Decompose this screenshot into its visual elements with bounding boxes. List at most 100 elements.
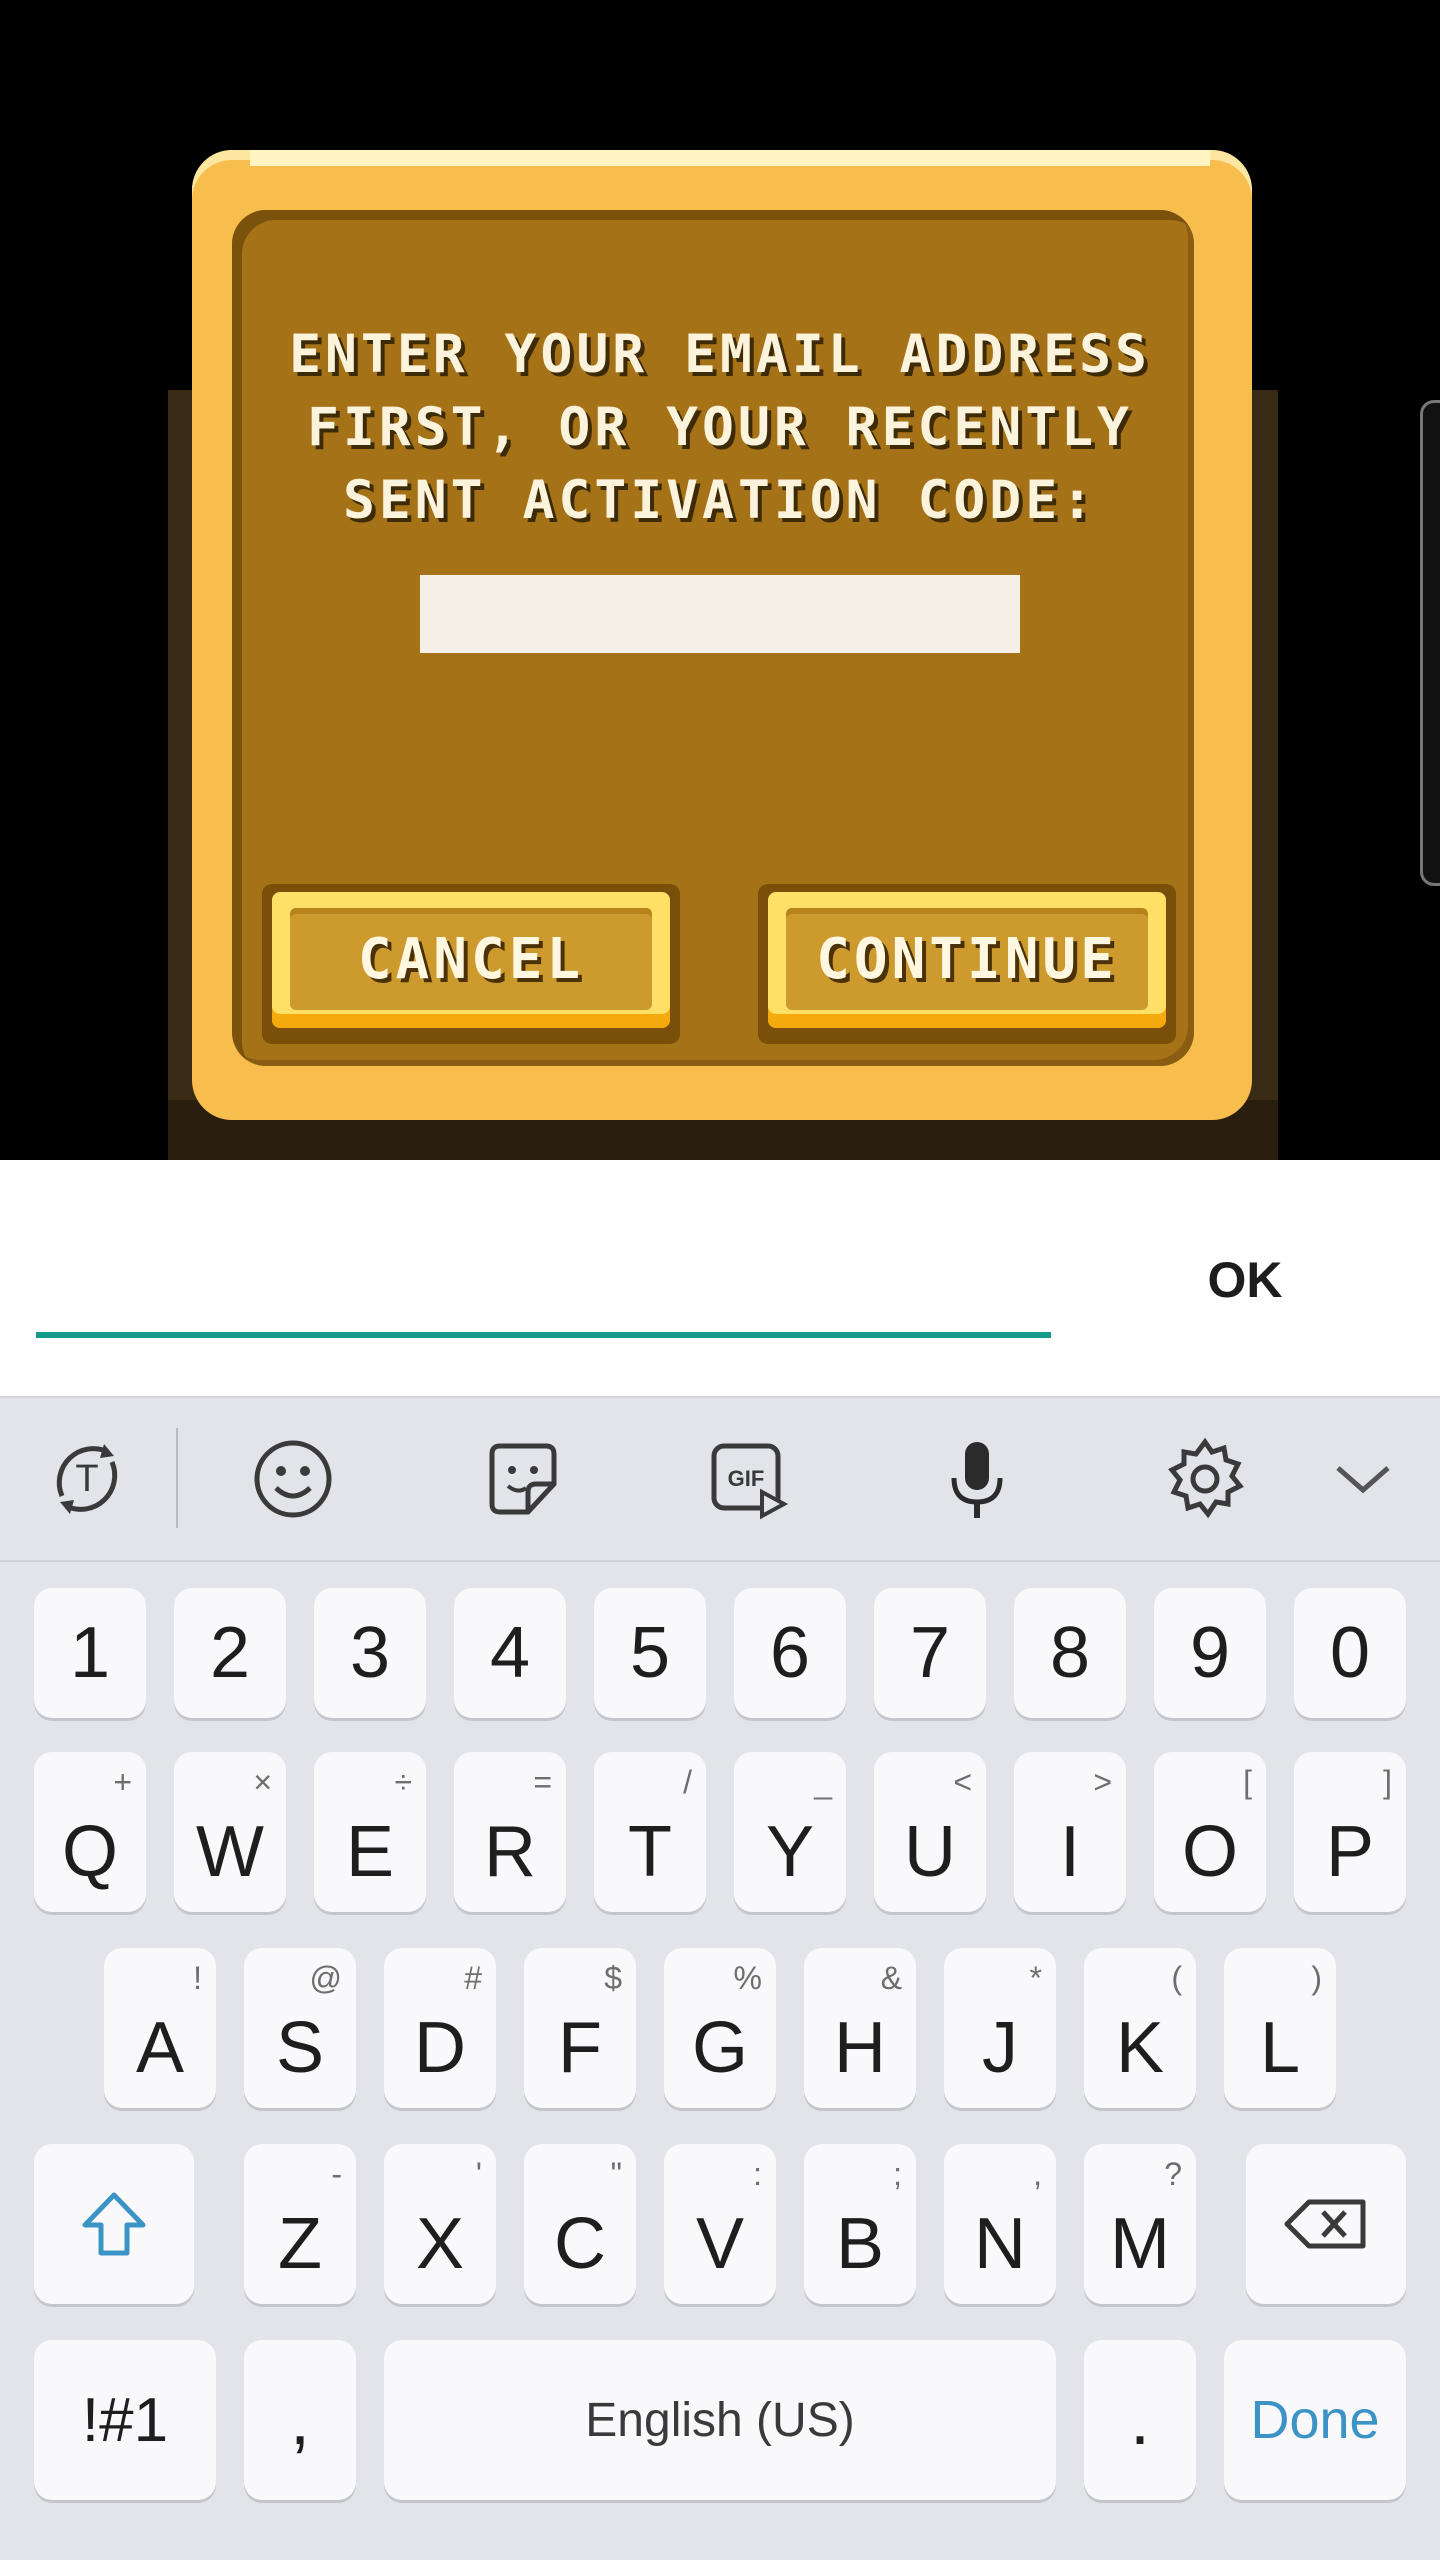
key-alt-label: - [331, 2156, 342, 2192]
key-alt-label: " [610, 2156, 622, 2192]
key-label: Done [1250, 2390, 1380, 2450]
key-label: D [414, 2008, 466, 2088]
key-alt-label: % [733, 1960, 762, 1996]
key-label: S [275, 2008, 325, 2088]
key-label: !#1 [81, 2385, 169, 2455]
key-n[interactable]: ,N [944, 2144, 1056, 2304]
dialog-prompt: ENTER YOUR EMAIL ADDRESS FIRST, OR YOUR … [289, 324, 1151, 531]
key-5[interactable]: 5 [594, 1588, 706, 1718]
key-alt-label: ) [1311, 1960, 1322, 1996]
key-label: . [1129, 2380, 1150, 2460]
key-label: C [554, 2204, 606, 2284]
key-e[interactable]: ÷ E [314, 1752, 426, 1912]
key-d[interactable]: # D [384, 1948, 496, 2108]
key-s[interactable]: @ S [244, 1948, 356, 2108]
key-label: 9 [1189, 1613, 1231, 1693]
key-g[interactable]: % G [664, 1948, 776, 2108]
key-alt-label: _ [814, 1764, 832, 1800]
key-v[interactable]: :V [664, 2144, 776, 2304]
key-label: 0 [1329, 1613, 1371, 1693]
key-label: R [484, 1812, 536, 1892]
activation-input[interactable] [420, 575, 1020, 653]
symbols-key[interactable]: !#1 [34, 2340, 216, 2500]
key-q[interactable]: + Q [34, 1752, 146, 1912]
key-label: 8 [1049, 1613, 1091, 1693]
key-8[interactable]: 8 [1014, 1588, 1126, 1718]
key-f[interactable]: $ F [524, 1948, 636, 2108]
microphone-icon[interactable] [932, 1434, 1022, 1524]
key-x[interactable]: ' X [384, 2144, 496, 2304]
key-h[interactable]: & H [804, 1948, 916, 2108]
key-label: V [695, 2204, 745, 2284]
key-o[interactable]: [O [1154, 1752, 1266, 1912]
key-2[interactable]: 2 [174, 1588, 286, 1718]
ok-button[interactable]: OK [1160, 1240, 1330, 1320]
key-label: 6 [769, 1613, 811, 1693]
key-alt-label: = [533, 1764, 552, 1800]
key-label: O [1181, 1812, 1238, 1892]
key-w[interactable]: × W [174, 1752, 286, 1912]
key-r[interactable]: = R [454, 1752, 566, 1912]
period-key[interactable]: . [1084, 2340, 1196, 2500]
key-alt-label: ( [1171, 1960, 1182, 1996]
key-t[interactable]: / T [594, 1752, 706, 1912]
key-label: J [982, 2008, 1018, 2088]
key-u[interactable]: < U [874, 1752, 986, 1912]
key-c[interactable]: " C [524, 2144, 636, 2304]
key-3[interactable]: 3 [314, 1588, 426, 1718]
key-alt-label: ! [193, 1960, 202, 1996]
key-label: A [135, 2008, 185, 2088]
cancel-button[interactable]: CANCEL [262, 884, 680, 1044]
key-alt-label: ? [1164, 2156, 1182, 2192]
key-k[interactable]: (K [1084, 1948, 1196, 2108]
key-9[interactable]: 9 [1154, 1588, 1266, 1718]
key-z[interactable]: -Z [244, 2144, 356, 2304]
space-key-label: English (US) [585, 2393, 855, 2447]
key-i[interactable]: > I [1014, 1752, 1126, 1912]
edge-panel-handle[interactable] [1420, 400, 1440, 886]
space-key[interactable]: English (US) [384, 2340, 1056, 2500]
key-m[interactable]: ? M [1084, 2144, 1196, 2304]
backspace-key[interactable] [1246, 2144, 1406, 2304]
key-label: H [834, 2008, 886, 2088]
shift-key[interactable] [34, 2144, 194, 2304]
key-b[interactable]: ; B [804, 2144, 916, 2304]
key-label: 5 [629, 1613, 671, 1693]
collapse-chevron-icon[interactable] [1318, 1434, 1408, 1524]
key-alt-label: # [464, 1960, 482, 1996]
dialog-frame-highlight [250, 150, 1210, 166]
text-entry-field[interactable] [36, 1240, 1055, 1312]
text-prediction-icon[interactable]: T [42, 1434, 132, 1524]
key-j[interactable]: * J [944, 1948, 1056, 2108]
key-4[interactable]: 4 [454, 1588, 566, 1718]
key-7[interactable]: 7 [874, 1588, 986, 1718]
key-y[interactable]: _ Y [734, 1752, 846, 1912]
key-label: M [1110, 2204, 1170, 2284]
gif-icon[interactable]: GIF [704, 1434, 794, 1524]
key-alt-label: [ [1243, 1764, 1252, 1800]
key-label: W [196, 1812, 264, 1892]
key-label: T [628, 1812, 672, 1892]
key-alt-label: $ [604, 1960, 622, 1996]
key-label: 2 [209, 1613, 251, 1693]
key-label: F [558, 2008, 602, 2088]
key-alt-label: : [753, 2156, 762, 2192]
key-0[interactable]: 0 [1294, 1588, 1406, 1718]
key-label: 1 [69, 1613, 111, 1693]
key-alt-label: ÷ [394, 1764, 412, 1800]
settings-icon[interactable] [1160, 1434, 1250, 1524]
key-label: U [904, 1812, 956, 1892]
key-alt-label: / [683, 1764, 692, 1800]
emoji-icon[interactable] [248, 1434, 338, 1524]
continue-button[interactable]: CONTINUE [758, 884, 1176, 1044]
done-key[interactable]: Done [1224, 2340, 1406, 2500]
key-a[interactable]: ! A [104, 1948, 216, 2108]
key-1[interactable]: 1 [34, 1588, 146, 1718]
sticker-icon[interactable] [478, 1434, 568, 1524]
key-p[interactable]: ] P [1294, 1752, 1406, 1912]
key-6[interactable]: 6 [734, 1588, 846, 1718]
key-l[interactable]: ) L [1224, 1948, 1336, 2108]
comma-key[interactable]: , [244, 2340, 356, 2500]
key-label: I [1059, 1812, 1080, 1892]
svg-text:T: T [75, 1458, 98, 1500]
